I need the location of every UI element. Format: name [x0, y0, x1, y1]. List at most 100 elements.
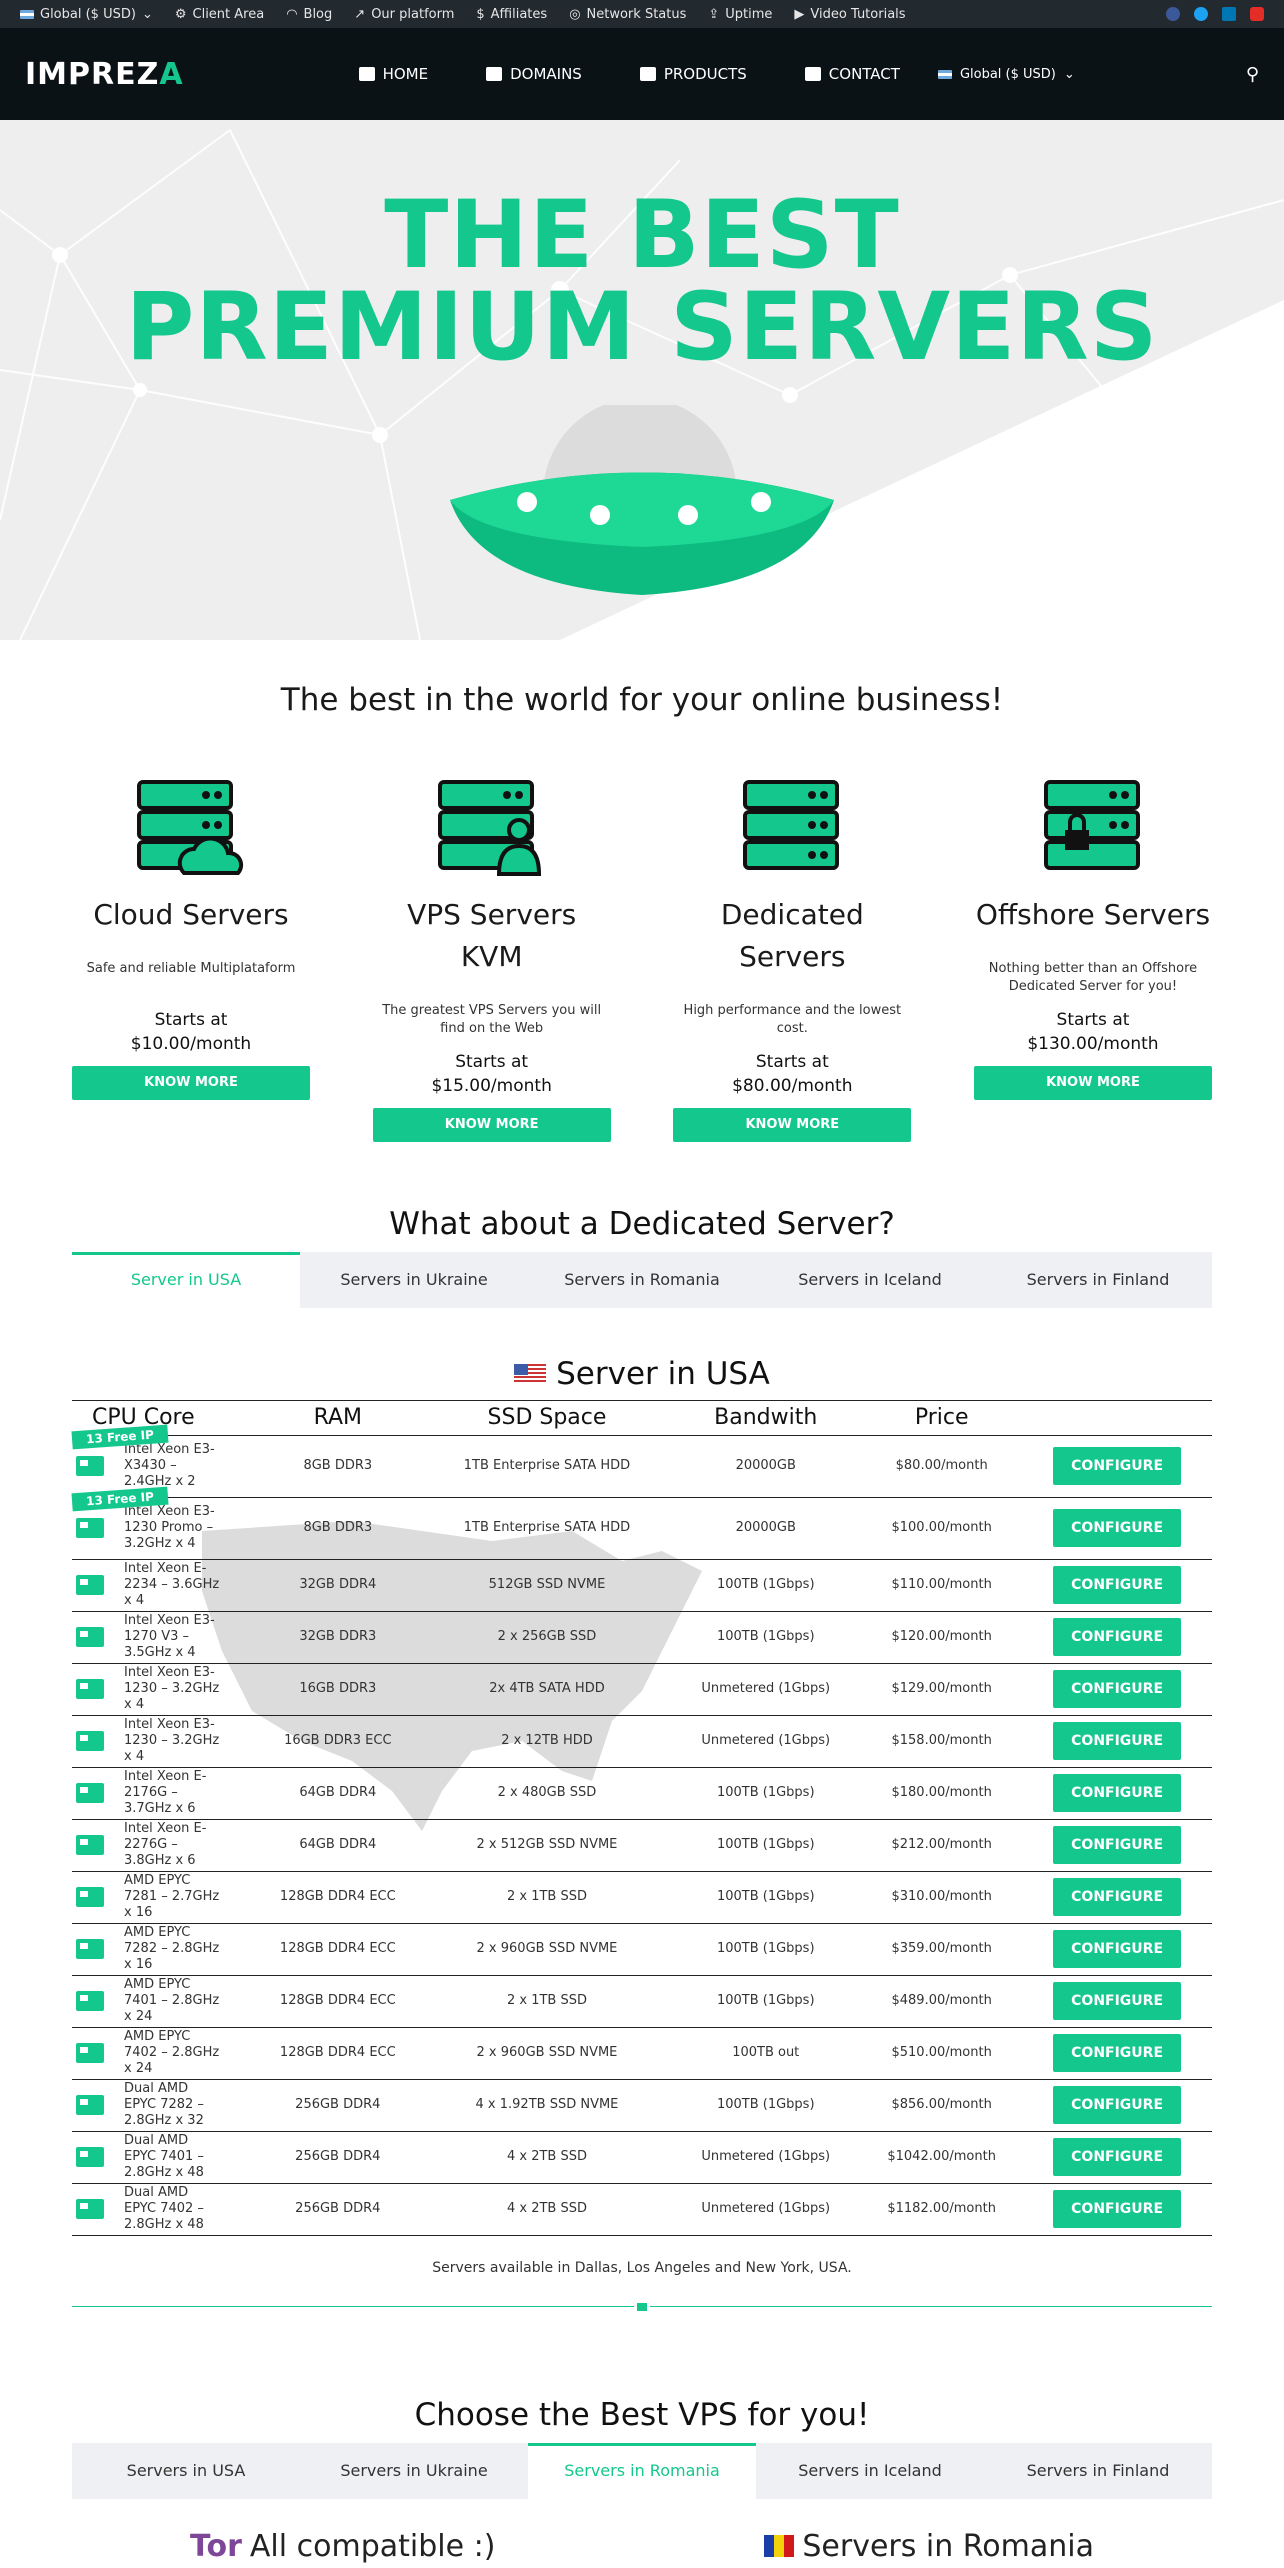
section-divider: [72, 2299, 1212, 2314]
configure-button[interactable]: CONFIGURE: [1053, 1618, 1182, 1656]
video-tutorials-link[interactable]: ▶ Video Tutorials: [794, 7, 905, 22]
romania-servers: Servers in Romania: [764, 2529, 1094, 2564]
currency-selector[interactable]: Global ($ USD) ⌄: [20, 7, 153, 22]
top-bar: Global ($ USD) ⌄ ⚙ Client Area ◠ Blog ↗ Our…: [0, 0, 1284, 28]
nav-currency[interactable]: Global ($ USD) ⌄: [937, 66, 1075, 82]
cell-cpu: AMD EPYC 7402 – 2.8GHz x 24: [72, 2027, 252, 2080]
configure-button[interactable]: CONFIGURE: [1053, 2190, 1182, 2228]
cell-ssd: 2 x 512GB SSD NVME: [423, 1819, 671, 1872]
cell-bandwith: 100TB (1Gbps): [670, 1611, 862, 1664]
cell-action: CONFIGURE: [1022, 1435, 1212, 1498]
vps-info: Tor All compatible :) Servers in Romania: [0, 2529, 1284, 2564]
cell-cpu: Dual AMD EPYC 7402 – 2.8GHz x 48: [72, 2183, 252, 2236]
cloud-server-icon: [72, 778, 310, 880]
nav-contact[interactable]: CONTACT: [804, 65, 900, 83]
cell-cpu: Intel Xeon E3-1230 – 3.2GHz x 4: [72, 1663, 252, 1716]
logo[interactable]: IMPREZA: [25, 57, 184, 92]
network-status-link[interactable]: ◎ Network Status: [569, 7, 686, 22]
chevron-down-icon: ⌄: [1063, 66, 1075, 82]
configure-button[interactable]: CONFIGURE: [1053, 2086, 1182, 2124]
tab-ukraine[interactable]: Servers in Ukraine: [300, 1252, 528, 1308]
product-price: Starts at $15.00/month: [431, 1052, 552, 1096]
twitter-icon[interactable]: [1194, 7, 1208, 21]
cpu-chip-icon: [76, 1518, 104, 1538]
affiliates-link[interactable]: $ Affiliates: [476, 7, 547, 22]
product-title: Offshore Servers: [975, 898, 1211, 931]
nav-domains[interactable]: DOMAINS: [486, 65, 582, 83]
cell-action: CONFIGURE: [1022, 1497, 1212, 1560]
user-icon: [804, 67, 821, 81]
product-title: Dedicated Servers: [720, 898, 864, 973]
youtube-icon: ▶: [794, 6, 805, 22]
cell-bandwith: 100TB (1Gbps): [670, 1923, 862, 1976]
tab-usa[interactable]: Servers in USA: [72, 2443, 300, 2499]
tab-ukraine[interactable]: Servers in Ukraine: [300, 2443, 528, 2499]
configure-button[interactable]: CONFIGURE: [1053, 1774, 1182, 1812]
know-more-button[interactable]: KNOW MORE: [973, 1066, 1212, 1100]
cell-ssd: 2 x 480GB SSD: [423, 1767, 671, 1820]
product-cloud: Cloud Servers Safe and reliable Multipla…: [72, 778, 310, 1142]
cpu-chip-icon: [76, 1731, 104, 1751]
cell-action: CONFIGURE: [1022, 1819, 1212, 1872]
configure-button[interactable]: CONFIGURE: [1053, 1670, 1182, 1708]
tab-finland[interactable]: Servers in Finland: [984, 2443, 1212, 2499]
cpu-chip-icon: [76, 1575, 104, 1595]
cell-action: CONFIGURE: [1022, 1559, 1212, 1612]
dedicated-server-icon: [673, 778, 911, 880]
configure-button[interactable]: CONFIGURE: [1053, 1982, 1182, 2020]
know-more-button[interactable]: KNOW MORE: [673, 1108, 912, 1142]
nav-products[interactable]: PRODUCTS: [639, 65, 747, 83]
cpu-chip-icon: [76, 1627, 104, 1647]
tab-finland[interactable]: Servers in Finland: [984, 1252, 1212, 1308]
product-price: Starts at $80.00/month: [732, 1052, 853, 1096]
tab-romania[interactable]: Servers in Romania: [528, 1252, 756, 1308]
client-area-link[interactable]: ⚙ Client Area: [175, 7, 264, 22]
know-more-button[interactable]: KNOW MORE: [72, 1066, 310, 1100]
configure-button[interactable]: CONFIGURE: [1053, 2034, 1182, 2072]
configure-button[interactable]: CONFIGURE: [1053, 1566, 1182, 1604]
know-more-button[interactable]: KNOW MORE: [372, 1108, 611, 1142]
youtube-social-icon[interactable]: [1250, 7, 1264, 21]
home-icon: [358, 67, 375, 81]
dollar-icon: $: [476, 6, 485, 22]
tor-logo: Tor: [190, 2528, 242, 2564]
cell-ssd: 2 x 960GB SSD NVME: [423, 2027, 671, 2080]
blog-link[interactable]: ◠ Blog: [286, 7, 332, 22]
configure-button[interactable]: CONFIGURE: [1053, 1509, 1182, 1547]
configure-button[interactable]: CONFIGURE: [1053, 1447, 1182, 1485]
col-action: [1022, 1401, 1212, 1436]
cell-ram: 8GB DDR3: [252, 1435, 424, 1498]
cell-ssd: 1TB Enterprise SATA HDD: [423, 1435, 671, 1498]
configure-button[interactable]: CONFIGURE: [1053, 1722, 1182, 1760]
configure-button[interactable]: CONFIGURE: [1053, 1878, 1182, 1916]
configure-button[interactable]: CONFIGURE: [1053, 1826, 1182, 1864]
linkedin-icon[interactable]: [1222, 7, 1236, 21]
cpu-chip-icon: [76, 2043, 104, 2063]
cell-ssd: 2 x 256GB SSD: [423, 1611, 671, 1664]
search-icon[interactable]: ⚲: [1246, 64, 1259, 85]
table-row: AMD EPYC 7281 – 2.7GHz x 16 128GB DDR4 EC…: [72, 1871, 1212, 1924]
tab-iceland[interactable]: Servers in Iceland: [756, 1252, 984, 1308]
us-flag-icon: [514, 1364, 547, 1384]
product-desc: Safe and reliable Multiplataform: [86, 961, 296, 976]
hero: THE BEST PREMIUM SERVERS: [0, 120, 1284, 640]
product-dedicated: Dedicated Servers High performance and t…: [673, 778, 912, 1142]
tab-usa[interactable]: Server in USA: [72, 1252, 300, 1308]
nav-home[interactable]: HOME: [358, 65, 428, 83]
our-platform-link[interactable]: ↗ Our platform: [354, 7, 454, 22]
product-desc: Nothing better than an Offshore Dedicate…: [988, 961, 1198, 994]
cell-action: CONFIGURE: [1022, 1923, 1212, 1976]
facebook-icon[interactable]: [1166, 7, 1180, 21]
col-price: Price: [861, 1401, 1023, 1436]
cell-price: $180.00/month: [861, 1767, 1023, 1820]
tab-iceland[interactable]: Servers in Iceland: [756, 2443, 984, 2499]
cell-ram: 8GB DDR3: [252, 1497, 424, 1560]
configure-button[interactable]: CONFIGURE: [1053, 1930, 1182, 1968]
cell-ssd: 512GB SSD NVME: [423, 1559, 671, 1612]
tab-romania[interactable]: Servers in Romania: [528, 2442, 756, 2499]
uptime-link[interactable]: ⇪ Uptime: [708, 7, 772, 22]
cell-ssd: 2 x 1TB SSD: [423, 1871, 671, 1924]
table-row: Dual AMD EPYC 7402 – 2.8GHz x 48 256GB DD…: [72, 2183, 1212, 2236]
configure-button[interactable]: CONFIGURE: [1053, 2138, 1182, 2176]
cell-ssd: 2 x 960GB SSD NVME: [423, 1923, 671, 1976]
